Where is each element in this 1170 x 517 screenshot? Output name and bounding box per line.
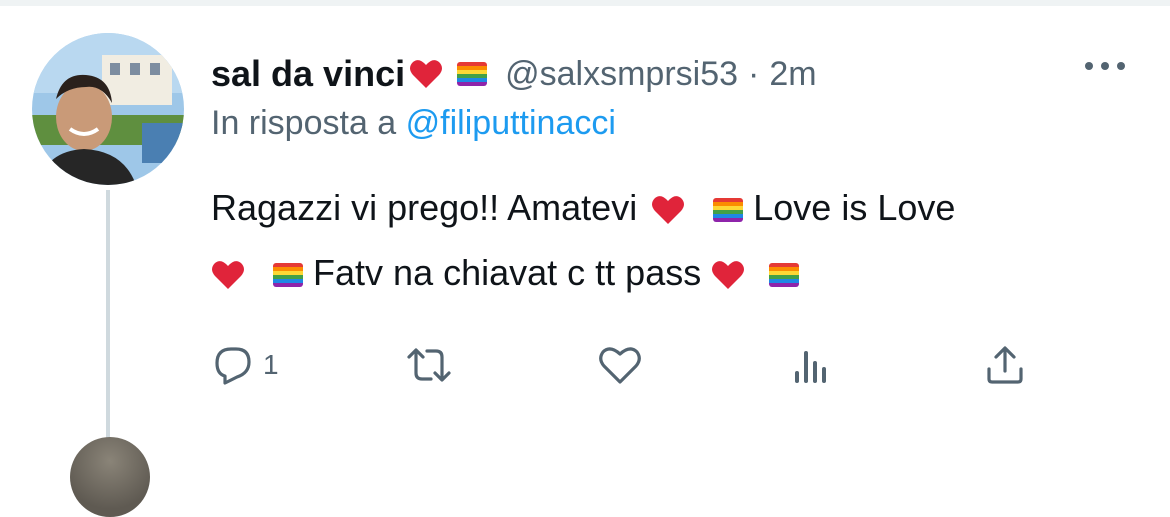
top-divider bbox=[0, 0, 1170, 6]
thread-line bbox=[106, 190, 110, 447]
retweet-icon bbox=[405, 343, 453, 387]
share-icon bbox=[983, 343, 1027, 387]
rainbow-flag-icon bbox=[273, 263, 304, 288]
heart-emoji-icon bbox=[651, 194, 685, 226]
like-button[interactable] bbox=[597, 340, 643, 390]
reply-icon bbox=[211, 343, 255, 387]
analytics-icon bbox=[791, 343, 833, 387]
tweet-text-segment: Ragazzi vi prego!! Amatevi bbox=[211, 187, 638, 228]
reply-mention-link[interactable]: @filiputtinacci bbox=[406, 104, 616, 142]
tweet-text-line-2: Fatv na chiavat c tt pass bbox=[211, 252, 800, 294]
reply-button[interactable]: 1 bbox=[211, 340, 279, 390]
heart-emoji-icon bbox=[211, 259, 245, 291]
tweet-text-segment: Love is Love bbox=[753, 187, 956, 228]
retweet-button[interactable] bbox=[405, 340, 453, 390]
separator-dot: · bbox=[748, 54, 760, 93]
like-icon bbox=[597, 344, 643, 386]
avatar[interactable] bbox=[32, 33, 184, 185]
analytics-button[interactable] bbox=[791, 340, 833, 390]
tweet-actions: 1 bbox=[211, 340, 1041, 390]
heart-emoji-icon bbox=[711, 259, 745, 291]
reply-count: 1 bbox=[263, 349, 279, 380]
share-button[interactable] bbox=[983, 340, 1027, 390]
user-handle[interactable]: @salxsmprsi53 bbox=[505, 55, 738, 94]
rainbow-flag-icon bbox=[769, 263, 800, 288]
rainbow-flag-icon bbox=[457, 62, 488, 86]
timestamp[interactable]: 2m bbox=[769, 55, 816, 94]
next-tweet-avatar[interactable] bbox=[70, 437, 150, 517]
reply-context: In risposta a @filiputtinacci bbox=[211, 104, 616, 143]
tweet-header: sal da vinci @salxsmprsi53 · 2m bbox=[211, 50, 817, 98]
reply-prefix: In risposta a bbox=[211, 104, 406, 142]
tweet-text-line-1: Ragazzi vi prego!! Amatevi Love is Love bbox=[211, 187, 955, 229]
display-name[interactable]: sal da vinci bbox=[211, 53, 405, 95]
tweet-text-segment: Fatv na chiavat c tt pass bbox=[313, 252, 702, 293]
more-icon[interactable] bbox=[1085, 56, 1125, 76]
rainbow-flag-icon bbox=[713, 198, 744, 223]
heart-emoji-icon bbox=[409, 58, 443, 90]
